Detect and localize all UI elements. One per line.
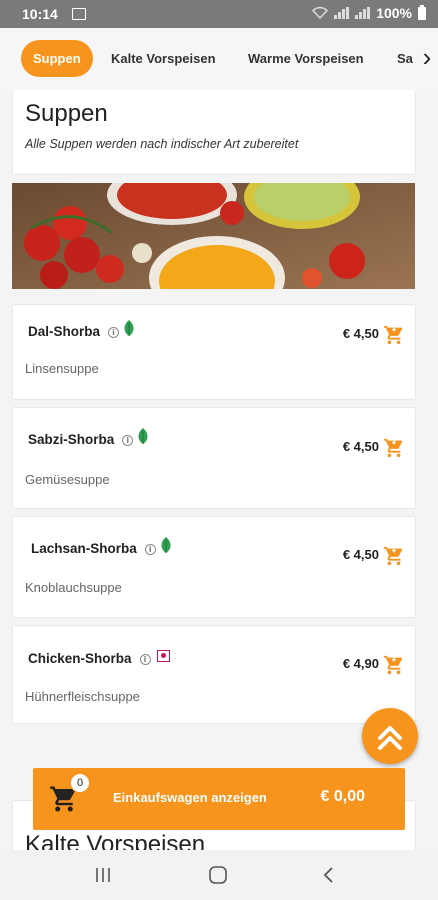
status-bar: 10:14 100% (0, 0, 438, 28)
system-nav-bar (0, 850, 438, 900)
battery-icon (418, 4, 426, 20)
item-description: Linsensuppe (25, 361, 99, 376)
menu-item-lachsan-shorba[interactable]: Lachsan-Shorba i Knoblauchsuppe € 4,50 (12, 516, 416, 618)
section-title: Suppen (25, 100, 108, 127)
home-icon[interactable] (208, 865, 228, 885)
cart-count-badge: 0 (70, 773, 90, 793)
view-cart-button[interactable]: 0 Einkaufswagen anzeigen € 0,00 (33, 768, 405, 830)
item-name: Chicken-Shorba (28, 651, 132, 666)
menu-item-sabzi-shorba[interactable]: Sabzi-Shorba i Gemüsesuppe € 4,50 (12, 407, 416, 509)
item-description: Knoblauchsuppe (25, 580, 122, 595)
recent-apps-icon[interactable] (94, 866, 112, 884)
info-icon[interactable]: i (122, 435, 134, 446)
item-description: Gemüsesuppe (25, 472, 110, 487)
item-price: € 4,50 (342, 326, 379, 341)
item-price: € 4,50 (342, 439, 379, 454)
soup-banner-image (12, 183, 415, 289)
tab-salate[interactable]: Sa (397, 40, 413, 77)
item-name: Sabzi-Shorba (28, 432, 115, 448)
info-icon[interactable]: i (139, 653, 151, 665)
non-veg-icon (156, 650, 170, 663)
menu-item-dal-shorba[interactable]: Dal-Shorba i Linsensuppe € 4,50 (12, 304, 416, 400)
chevron-right-icon[interactable]: › (416, 40, 438, 77)
item-name: Dal-Shorba (28, 324, 101, 340)
wifi-icon (312, 7, 329, 19)
signal-icon (334, 7, 350, 19)
item-description: Hühnerfleischsuppe (25, 689, 140, 704)
item-price: € 4,90 (342, 656, 379, 671)
next-section-title: Kalte Vorspeisen (25, 831, 206, 850)
item-name-row: Chicken-Shorba i (28, 650, 170, 666)
status-icons: 100% (312, 4, 426, 21)
cart-label: Einkaufswagen anzeigen (113, 790, 267, 805)
menu-item-chicken-shorba[interactable]: Chicken-Shorba i Hühnerfleischsuppe € 4,9… (12, 625, 416, 724)
item-name: Lachsan-Shorba (31, 541, 137, 557)
item-price: € 4,50 (342, 547, 379, 562)
veg-leaf-icon (124, 320, 134, 336)
veg-leaf-icon (161, 537, 171, 553)
item-name-row: Dal-Shorba i (28, 320, 135, 341)
tab-suppen[interactable]: Suppen (21, 40, 93, 77)
back-icon[interactable] (322, 865, 336, 885)
info-icon[interactable]: i (144, 544, 156, 555)
veg-leaf-icon (138, 428, 148, 444)
scroll-to-top-button[interactable] (362, 708, 418, 764)
item-name-row: Lachsan-Shorba i (31, 537, 172, 558)
battery-percent: 100% (376, 5, 412, 21)
add-to-cart-icon[interactable] (383, 545, 405, 567)
tab-warme-vorspeisen[interactable]: Warme Vorspeisen (248, 40, 364, 77)
soup-photo (12, 183, 415, 289)
image-notification-icon (72, 8, 86, 20)
section-subtitle: Alle Suppen werden nach indischer Art zu… (25, 137, 299, 151)
category-tabs: Suppen Kalte Vorspeisen Warme Vorspeisen… (0, 28, 438, 90)
tab-kalte-vorspeisen[interactable]: Kalte Vorspeisen (111, 40, 216, 77)
section-header-card: Suppen Alle Suppen werden nach indischer… (12, 90, 416, 175)
add-to-cart-icon[interactable] (383, 324, 405, 346)
status-time: 10:14 (22, 6, 58, 22)
menu-content: Suppen Alle Suppen werden nach indischer… (0, 90, 438, 850)
cart-total: € 0,00 (320, 788, 365, 805)
signal-icon-2 (355, 7, 371, 19)
item-name-row: Sabzi-Shorba i (28, 428, 149, 449)
info-icon[interactable]: i (108, 327, 120, 338)
add-to-cart-icon[interactable] (383, 437, 405, 459)
add-to-cart-icon[interactable] (383, 654, 405, 676)
double-chevron-up-icon (378, 726, 402, 750)
